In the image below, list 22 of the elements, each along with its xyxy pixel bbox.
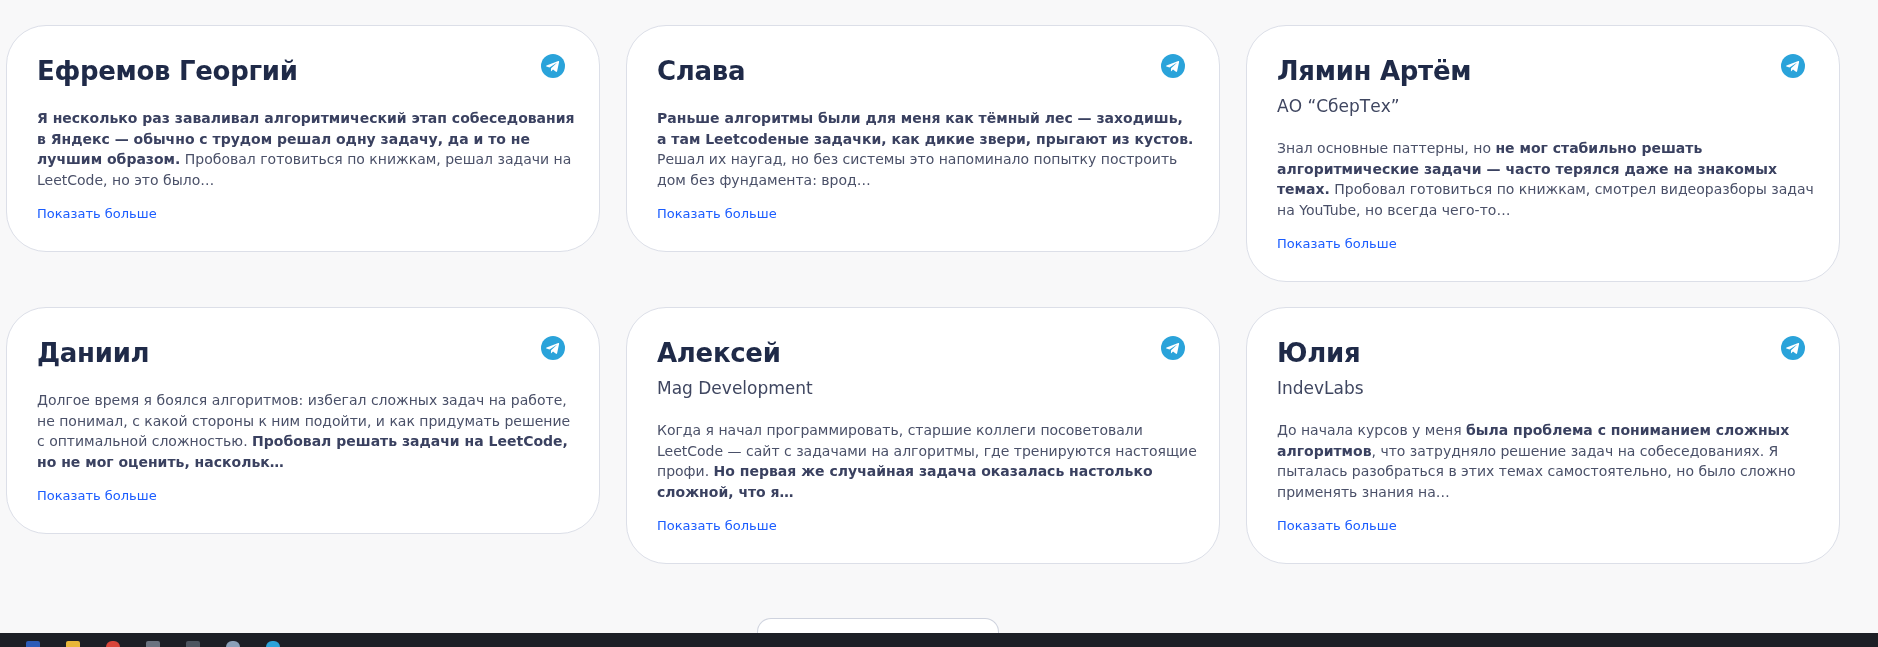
show-more-link[interactable]: Показать больше — [1277, 236, 1397, 251]
company-name: IndevLabs — [1277, 378, 1365, 398]
show-more-link[interactable]: Показать больше — [37, 488, 157, 503]
review-text: Долгое время я боялся алгоритмов: избегал сложных задач на работе, не понимал, с какой стороны к ним подойти, и как придумать решение с оптимальной сложностью. Пробовал решать задачи на LeetCode, но не мог оценить, наскольк… — [37, 391, 572, 472]
company-name: АО “СберТех” — [1277, 96, 1401, 116]
author-name: Даниил — [37, 338, 150, 368]
review-text: До начала курсов у меня была проблема с пониманием сложных алгоритмов, что затрудняло решение задач на собеседованиях. Я пыталась разобраться в этих темах самостоятельно, но было сложно применять знания на… — [1277, 421, 1797, 502]
show-more-link[interactable]: Показать больше — [1277, 518, 1397, 533]
show-more-link[interactable]: Показать больше — [657, 206, 777, 221]
company-name: Mag Development — [657, 378, 814, 398]
review-text: Раньше алгоритмы были для меня как тёмный лес — заходишь, а там Leetcodeные задачки, как дикие звери, прыгают из кустов. Решал их наугад, но без системы это напоминало попытку построить дом без фундамента: врод… — [657, 109, 1195, 190]
author-name: Ефремов Георгий — [37, 56, 298, 86]
author-name: Алексей — [657, 338, 781, 368]
show-more-link[interactable]: Показать больше — [657, 518, 777, 533]
review-text: Знал основные паттерны, но не мог стабильно решать алгоритмические задачи — часто терялся даже на знакомых темах. Пробовал готовиться по книжкам, смотрел видеоразборы задач на YouTube, но всегда чего-то… — [1277, 139, 1815, 220]
author-name: Слава — [657, 56, 746, 86]
show-more-link[interactable]: Показать больше — [37, 206, 157, 221]
app-icon[interactable] — [226, 641, 240, 647]
author-name: Юлия — [1277, 338, 1361, 368]
review-text: Я несколько раз заваливал алгоритмический этап собеседования в Яндекс — обычно с трудом решал одну задачу, да и то не лучшим образом. Пробовал готовиться по книжкам, решал задачи на LeetCode, но это было… — [37, 109, 576, 190]
author-name: Лямин Артём — [1277, 56, 1472, 86]
review-text: Когда я начал программировать, старшие коллеги посоветовали LeetCode — сайт с задачами на алгоритмы, где тренируются настоящие профи. Но первая же случайная задача оказалась настолько сложной, что я… — [657, 421, 1197, 502]
